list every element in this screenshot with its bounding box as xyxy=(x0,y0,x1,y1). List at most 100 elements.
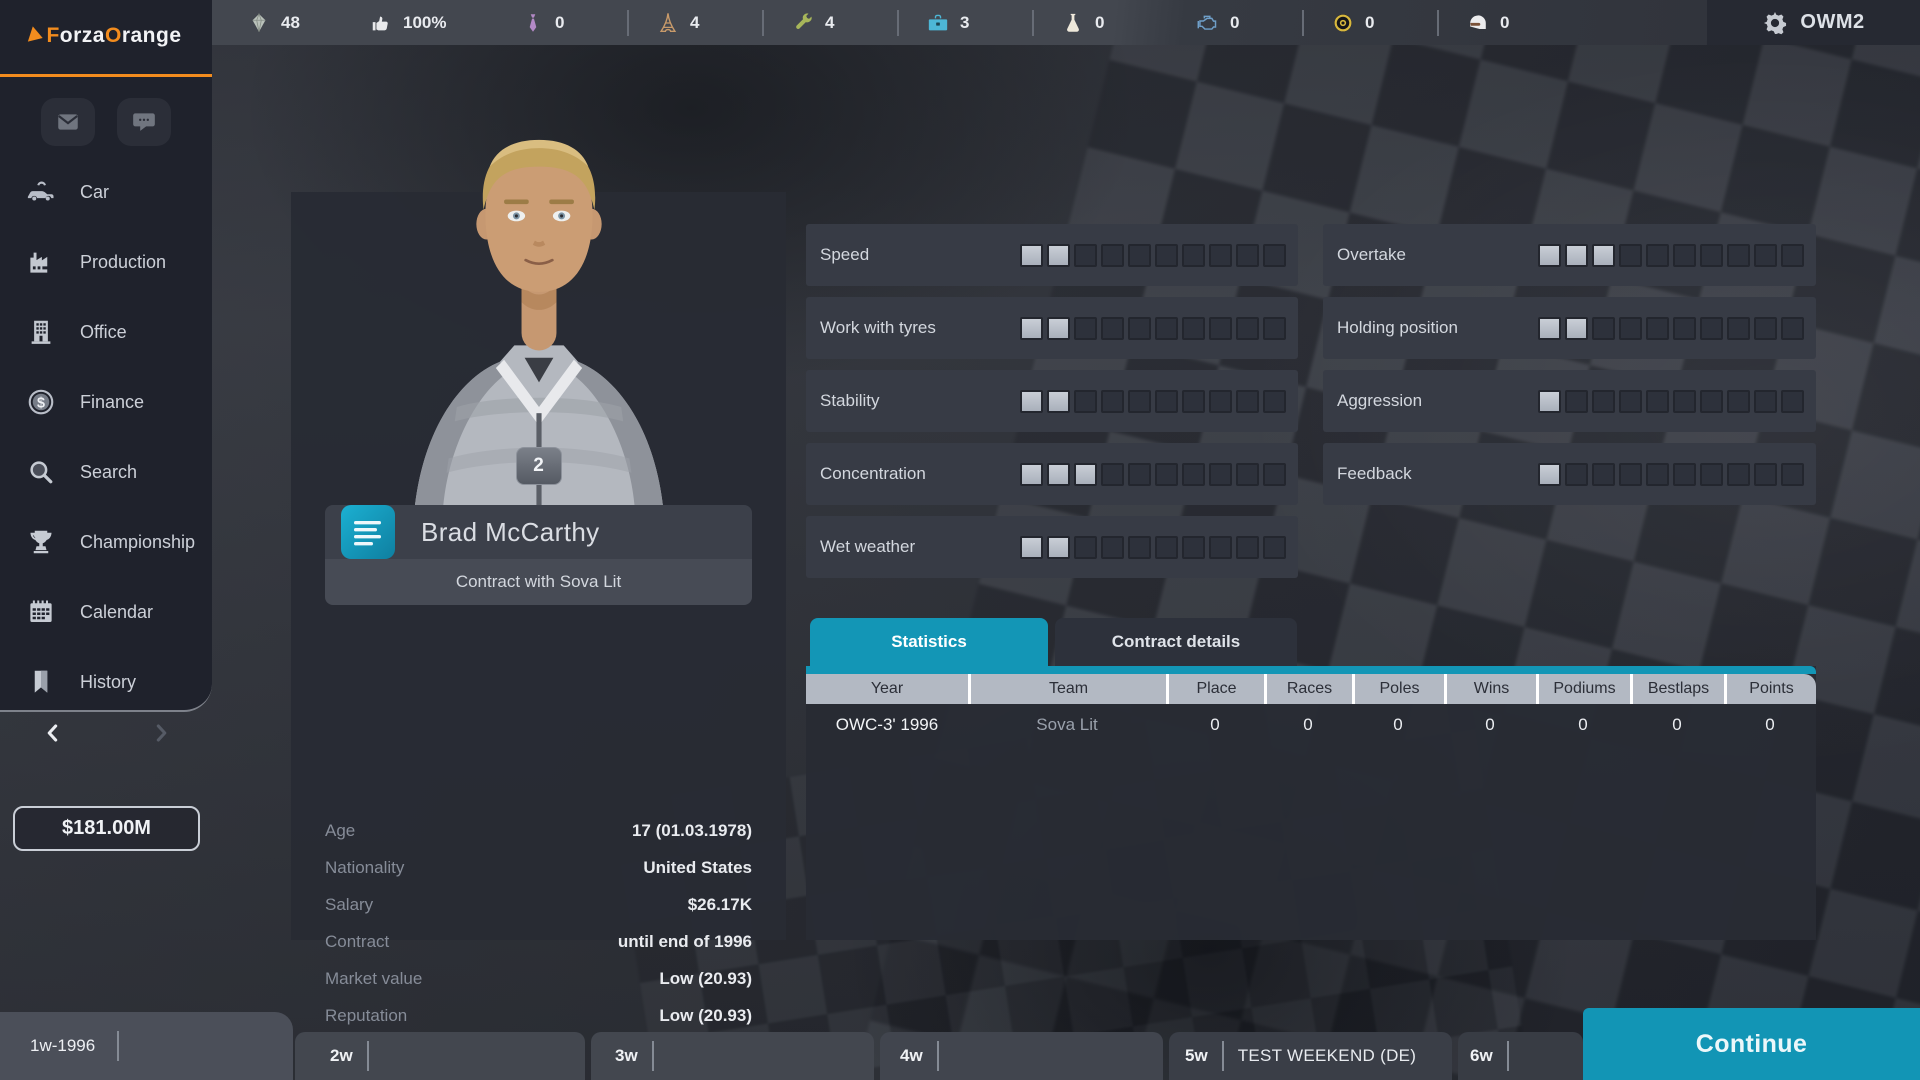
helmet-icon xyxy=(1467,12,1489,34)
skill-squares xyxy=(1020,463,1286,486)
tab-contract-details[interactable]: Contract details xyxy=(1055,618,1297,666)
resource-tyre: 0 xyxy=(1332,12,1467,34)
sidebar-item-production[interactable]: Production xyxy=(0,227,212,297)
thumbs-up-icon xyxy=(370,12,392,34)
detail-value: until end of 1996 xyxy=(618,932,752,952)
profile-chip[interactable]: OWM2 xyxy=(1707,0,1920,45)
skill-square xyxy=(1727,390,1750,413)
table-cell-races: 0 xyxy=(1264,704,1352,746)
table-cell-poles: 0 xyxy=(1352,704,1444,746)
skill-label: Aggression xyxy=(1337,391,1422,411)
skill-square xyxy=(1781,317,1804,340)
detail-row: NationalityUnited States xyxy=(325,849,752,886)
week-marker-2w: 2w xyxy=(330,1032,369,1080)
sidebar-item-label: Finance xyxy=(80,392,144,413)
skill-square xyxy=(1020,244,1043,267)
skill-square xyxy=(1101,463,1124,486)
sidebar-item-label: Production xyxy=(80,252,166,273)
skill-square xyxy=(1236,244,1259,267)
skill-squares xyxy=(1020,244,1286,267)
detail-label: Nationality xyxy=(325,858,404,878)
skill-square xyxy=(1619,390,1642,413)
skill-square xyxy=(1155,390,1178,413)
skill-square xyxy=(1263,536,1286,559)
skill-square xyxy=(1700,463,1723,486)
skill-square xyxy=(1155,463,1178,486)
skill-square xyxy=(1538,244,1561,267)
mail-icon xyxy=(55,109,81,135)
sidebar-item-label: Office xyxy=(80,322,127,343)
resource-engine: 0 xyxy=(1197,12,1332,34)
sidebar-pager xyxy=(0,720,212,752)
tie-icon xyxy=(522,12,544,34)
skill-square xyxy=(1101,536,1124,559)
skill-label: Work with tyres xyxy=(820,318,936,338)
chevron-left-icon[interactable] xyxy=(40,720,66,746)
table-header-cell-wins: Wins xyxy=(1444,674,1536,704)
resource-separator xyxy=(1437,10,1439,36)
sidebar-menu: Car Production Office Finance SearchChampion… xyxy=(0,157,212,717)
driver-menu-button[interactable] xyxy=(341,505,395,559)
detail-row: Contractuntil end of 1996 xyxy=(325,923,752,960)
table-cell-team: Sova Lit xyxy=(968,704,1166,746)
skill-row-wet-weather: Wet weather xyxy=(806,516,1298,578)
skill-square xyxy=(1565,463,1588,486)
sidebar-item-car[interactable]: Car xyxy=(0,157,212,227)
skill-square xyxy=(1182,390,1205,413)
skill-square xyxy=(1592,244,1615,267)
skill-square xyxy=(1020,390,1043,413)
table-header-cell-races: Races xyxy=(1264,674,1352,704)
tab-statistics[interactable]: Statistics xyxy=(810,618,1048,666)
engine-icon xyxy=(1197,12,1219,34)
skill-square xyxy=(1646,463,1669,486)
sidebar-item-championship[interactable]: Championship xyxy=(0,507,212,577)
resource-separator xyxy=(897,10,899,36)
skill-square xyxy=(1101,390,1124,413)
skill-square xyxy=(1754,317,1777,340)
skill-square xyxy=(1209,536,1232,559)
flask-icon xyxy=(1062,12,1084,34)
skill-square xyxy=(1727,244,1750,267)
message-buttons xyxy=(0,98,212,146)
sidebar: ForzaOrange CarProductionOfficeFinanceSe… xyxy=(0,0,212,712)
week-divider xyxy=(1507,1041,1509,1071)
table-body: OWC-3' 1996Sova Lit0000000 xyxy=(806,704,1816,746)
chat-icon xyxy=(131,109,157,135)
factory-icon xyxy=(26,247,56,277)
skill-square xyxy=(1619,463,1642,486)
detail-label: Salary xyxy=(325,895,373,915)
skill-square xyxy=(1128,463,1151,486)
skill-square xyxy=(1236,317,1259,340)
skill-label: Feedback xyxy=(1337,464,1412,484)
resource-flask: 0 xyxy=(1062,12,1197,34)
skill-square xyxy=(1101,317,1124,340)
skill-square xyxy=(1209,317,1232,340)
driver-name-plate: Brad McCarthy xyxy=(325,505,752,559)
mail-button[interactable] xyxy=(41,98,95,146)
skill-square xyxy=(1781,244,1804,267)
sidebar-item-calendar[interactable]: Calendar xyxy=(0,577,212,647)
skill-square xyxy=(1236,390,1259,413)
table-cell-bestlaps: 0 xyxy=(1630,704,1724,746)
continue-button[interactable]: Continue xyxy=(1583,1008,1920,1080)
resource-wrench: 4 xyxy=(792,12,927,34)
logo-text: range xyxy=(122,24,182,47)
skill-squares xyxy=(1538,463,1804,486)
game-screen: 48100%04430000 OWM2 ForzaOrange CarProdu… xyxy=(0,0,1920,1080)
sidebar-item-finance[interactable]: Finance xyxy=(0,367,212,437)
sidebar-item-history[interactable]: History xyxy=(0,647,212,717)
gear-icon xyxy=(1762,10,1788,36)
skill-square xyxy=(1700,390,1723,413)
resource-gem: 48 xyxy=(248,12,370,34)
table-header-cell-team: Team xyxy=(968,674,1166,704)
chat-button[interactable] xyxy=(117,98,171,146)
sidebar-item-office[interactable]: Office xyxy=(0,297,212,367)
skill-square xyxy=(1155,244,1178,267)
skill-square xyxy=(1074,390,1097,413)
sidebar-item-search[interactable]: Search xyxy=(0,437,212,507)
skill-square xyxy=(1209,244,1232,267)
skill-square xyxy=(1047,463,1070,486)
skill-square xyxy=(1565,317,1588,340)
chevron-right-icon[interactable] xyxy=(148,720,174,746)
calendar-icon xyxy=(26,597,56,627)
